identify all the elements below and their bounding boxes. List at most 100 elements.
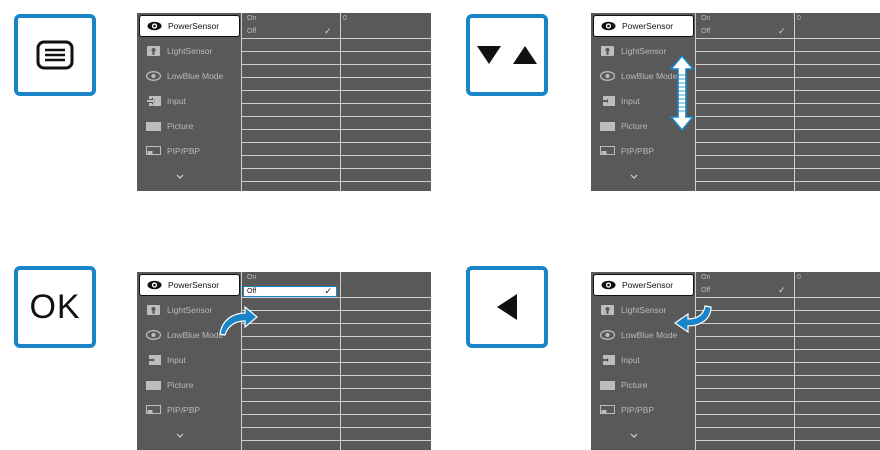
- menu-item-input[interactable]: Input: [139, 90, 240, 112]
- row-divider: [695, 349, 880, 350]
- chevron-down-icon[interactable]: [629, 432, 639, 442]
- option-on[interactable]: On: [701, 15, 710, 22]
- menu-item-powersensor[interactable]: PowerSensor: [593, 274, 694, 296]
- menu-item-powersensor[interactable]: PowerSensor: [139, 274, 240, 296]
- menu-item-input[interactable]: Input: [139, 349, 240, 371]
- menu-item-label: Picture: [621, 121, 648, 131]
- menu-item-pip[interactable]: PIP/PBP: [139, 140, 240, 162]
- row-divider: [695, 129, 880, 130]
- menu-item-picture[interactable]: Picture: [593, 374, 694, 396]
- row-divider: [241, 129, 431, 130]
- option-on[interactable]: On: [247, 15, 256, 22]
- light-sensor-icon: [145, 304, 162, 316]
- menu-item-label: Picture: [621, 380, 648, 390]
- menu-item-label: PIP/PBP: [621, 405, 655, 415]
- row-divider: [695, 90, 880, 91]
- row-divider: [695, 103, 880, 104]
- curved-right-arrow-icon: [219, 305, 258, 336]
- row-divider: [695, 310, 880, 311]
- column-divider: [794, 13, 795, 191]
- option-on[interactable]: On: [247, 274, 256, 281]
- option-label: Off: [247, 288, 257, 295]
- picture-icon: [145, 379, 162, 391]
- row-divider: [241, 414, 431, 415]
- row-divider: [695, 77, 880, 78]
- column-divider: [695, 272, 696, 450]
- lowblue-eye-icon: [599, 329, 616, 341]
- row-divider: [241, 375, 431, 376]
- picture-icon: [145, 120, 162, 132]
- menu-item-lowblue[interactable]: LowBlue Mode: [139, 65, 240, 87]
- menu-item-label: Picture: [167, 121, 194, 131]
- option-on[interactable]: On: [701, 274, 710, 281]
- option-off[interactable]: Off: [247, 28, 256, 35]
- menu-item-lightsensor[interactable]: LightSensor: [139, 40, 240, 62]
- eye-icon: [600, 279, 617, 291]
- chevron-down-icon[interactable]: [175, 432, 185, 442]
- light-sensor-icon: [599, 45, 616, 57]
- row-divider: [241, 336, 431, 337]
- column-divider: [340, 13, 341, 191]
- osd-menu-4: PowerSensor LightSensor LowBlue Mode Inp…: [591, 272, 880, 450]
- input-icon: [599, 354, 616, 366]
- osd-sidebar: PowerSensor LightSensor LowBlue Mode Inp…: [591, 272, 695, 450]
- menu-item-label: Picture: [167, 380, 194, 390]
- row-divider: [695, 388, 880, 389]
- input-icon: [145, 95, 162, 107]
- back-key[interactable]: [466, 266, 548, 348]
- left-arrow-icon: [497, 294, 517, 320]
- menu-item-pip[interactable]: PIP/PBP: [593, 140, 694, 162]
- row-divider: [241, 401, 431, 402]
- osd-sidebar: PowerSensor LightSensor LowBlue Mode Inp…: [137, 272, 241, 450]
- row-divider: [695, 427, 880, 428]
- pip-icon: [599, 145, 616, 157]
- column-divider: [340, 272, 341, 450]
- eye-icon: [146, 20, 163, 32]
- check-icon: ✓: [324, 26, 332, 36]
- ok-key[interactable]: OK: [14, 266, 96, 348]
- row-divider: [695, 440, 880, 441]
- pip-icon: [145, 145, 162, 157]
- row-divider: [695, 401, 880, 402]
- menu-item-label: PowerSensor: [168, 21, 220, 31]
- menu-item-powersensor[interactable]: PowerSensor: [593, 15, 694, 37]
- updown-key[interactable]: [466, 14, 548, 96]
- option-off[interactable]: Off: [701, 287, 710, 294]
- menu-item-label: Input: [621, 355, 640, 365]
- menu-item-pip[interactable]: PIP/PBP: [593, 399, 694, 421]
- osd-sidebar: PowerSensor LightSensor LowBlue Mode Inp…: [137, 13, 241, 191]
- menu-item-label: PowerSensor: [168, 280, 220, 290]
- row-divider: [241, 155, 431, 156]
- row-divider: [695, 116, 880, 117]
- menu-item-picture[interactable]: Picture: [139, 115, 240, 137]
- menu-item-input[interactable]: Input: [593, 349, 694, 371]
- chevron-down-icon[interactable]: [175, 173, 185, 183]
- column-divider: [794, 272, 795, 450]
- row-divider: [695, 38, 880, 39]
- row-divider: [695, 323, 880, 324]
- pip-icon: [145, 404, 162, 416]
- menu-item-picture[interactable]: Picture: [139, 374, 240, 396]
- input-icon: [145, 354, 162, 366]
- menu-item-pip[interactable]: PIP/PBP: [139, 399, 240, 421]
- value-label: 0: [343, 15, 347, 22]
- menu-item-label: Input: [621, 96, 640, 106]
- option-off[interactable]: Off: [701, 28, 710, 35]
- eye-icon: [600, 20, 617, 32]
- menu-key[interactable]: [14, 14, 96, 96]
- lowblue-eye-icon: [599, 70, 616, 82]
- menu-item-label: LowBlue Mode: [167, 71, 224, 81]
- menu-item-label: LightSensor: [167, 305, 213, 315]
- row-divider: [241, 362, 431, 363]
- row-divider: [241, 440, 431, 441]
- row-divider: [241, 77, 431, 78]
- check-icon: ✓: [778, 285, 786, 295]
- menu-item-powersensor[interactable]: PowerSensor: [139, 15, 240, 37]
- row-divider: [695, 362, 880, 363]
- scroll-double-arrow-icon: [669, 55, 695, 131]
- row-divider: [695, 51, 880, 52]
- menu-item-label: LowBlue Mode: [621, 330, 678, 340]
- menu-item-label: PIP/PBP: [167, 405, 201, 415]
- option-off-selected[interactable]: Off ✓: [243, 286, 337, 297]
- chevron-down-icon[interactable]: [629, 173, 639, 183]
